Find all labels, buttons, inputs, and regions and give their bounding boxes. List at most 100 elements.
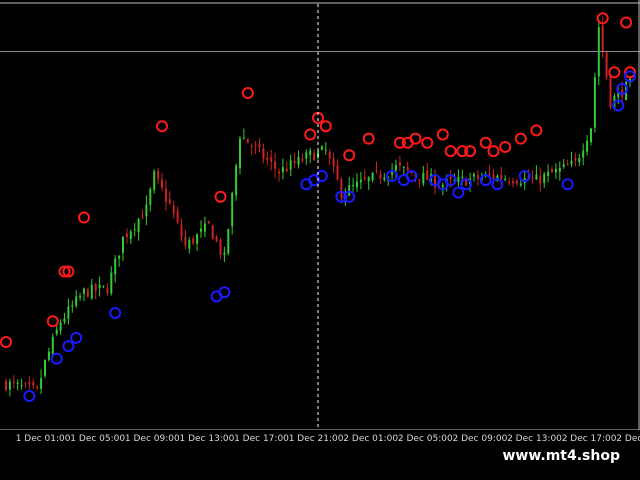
sell-signal-marker [499, 140, 512, 153]
candle-body [461, 176, 464, 178]
candle-body [47, 351, 50, 360]
candle [129, 229, 132, 245]
candle-body [375, 170, 378, 172]
candle [196, 233, 199, 251]
candle [5, 378, 7, 392]
candle [543, 171, 546, 189]
candle [231, 191, 234, 235]
candle-body [410, 172, 413, 174]
sell-signal-marker [362, 132, 375, 145]
candle [402, 166, 405, 175]
sell-signal-marker [46, 315, 59, 328]
candle [562, 159, 565, 169]
candle-body [570, 160, 573, 165]
candle [71, 300, 74, 313]
sell-signal-marker [156, 120, 168, 133]
chart-canvas[interactable] [0, 0, 640, 430]
candle [90, 278, 93, 300]
candle-body [141, 217, 144, 219]
candle-body [258, 144, 261, 148]
candle-body [149, 189, 152, 205]
candle-body [426, 170, 429, 180]
candle [75, 289, 78, 308]
candle [242, 128, 245, 140]
candle [16, 379, 19, 391]
candle [235, 163, 238, 201]
candle-body [418, 179, 421, 181]
candle-body [137, 218, 140, 233]
candle [203, 216, 206, 238]
candle-body [114, 258, 117, 275]
candle-body [8, 381, 11, 390]
candle-body [593, 77, 596, 128]
time-tick-label: 1 Dec 05:00 [70, 434, 126, 444]
candle-body [547, 171, 550, 177]
candle-body [332, 158, 335, 167]
sell-signal-marker [620, 16, 633, 29]
candle [418, 179, 421, 189]
candle [332, 152, 335, 174]
candle [554, 163, 557, 179]
candle-body [324, 149, 327, 151]
candle [184, 229, 187, 250]
candle [83, 287, 85, 302]
candle [145, 195, 148, 226]
candle-body [242, 137, 245, 139]
candle [363, 169, 366, 181]
candle [67, 298, 70, 325]
candle-body [75, 296, 78, 306]
buy-signal-marker [23, 389, 36, 402]
candle [274, 152, 277, 178]
time-tick-label: 1 Dec 17:00 [234, 434, 289, 444]
candle-body [371, 172, 374, 181]
candle-body [172, 205, 175, 214]
candle-body [67, 306, 70, 319]
candle-body [398, 162, 401, 166]
candle [262, 143, 265, 164]
candle-body [262, 147, 265, 159]
candle-body [281, 167, 284, 173]
candle-body [609, 75, 612, 108]
candle [434, 169, 436, 195]
candle-body [320, 146, 323, 150]
buy-signal-marker [50, 352, 63, 365]
candle [266, 151, 269, 166]
candle [313, 149, 316, 161]
candle [215, 234, 218, 243]
candle-body [601, 25, 604, 52]
candle [63, 312, 66, 325]
candle [371, 172, 374, 183]
time-tick-label: 2 Dec 05:00 [397, 434, 453, 444]
candle-body [83, 288, 85, 294]
candle [535, 165, 538, 180]
candle-body [340, 178, 343, 199]
candle-body [554, 168, 557, 173]
candle [465, 176, 468, 187]
sell-signal-marker [530, 124, 543, 137]
candle-body [328, 151, 331, 159]
candle-body [125, 233, 128, 238]
candle [102, 285, 105, 289]
time-tick-label: 1 Dec 13:00 [179, 434, 235, 444]
candle-body [574, 157, 577, 161]
candle-body [543, 174, 546, 184]
candle [55, 324, 58, 336]
candle [301, 153, 304, 163]
candle-body [293, 160, 296, 164]
sell-signal-marker [78, 211, 90, 224]
candle [593, 72, 596, 133]
sell-signal-marker [444, 145, 457, 158]
candle [457, 169, 460, 188]
price-chart[interactable] [0, 0, 640, 430]
candle [47, 347, 50, 362]
candle [586, 135, 589, 156]
time-tick-label: 2 Dec 01:00 [343, 434, 399, 444]
candle-body [168, 199, 171, 204]
candle-body [227, 229, 230, 254]
candle [551, 166, 553, 173]
candle-body [313, 152, 316, 161]
candle [590, 127, 592, 146]
candle [153, 169, 156, 194]
candle [582, 143, 585, 166]
candle [118, 255, 121, 267]
